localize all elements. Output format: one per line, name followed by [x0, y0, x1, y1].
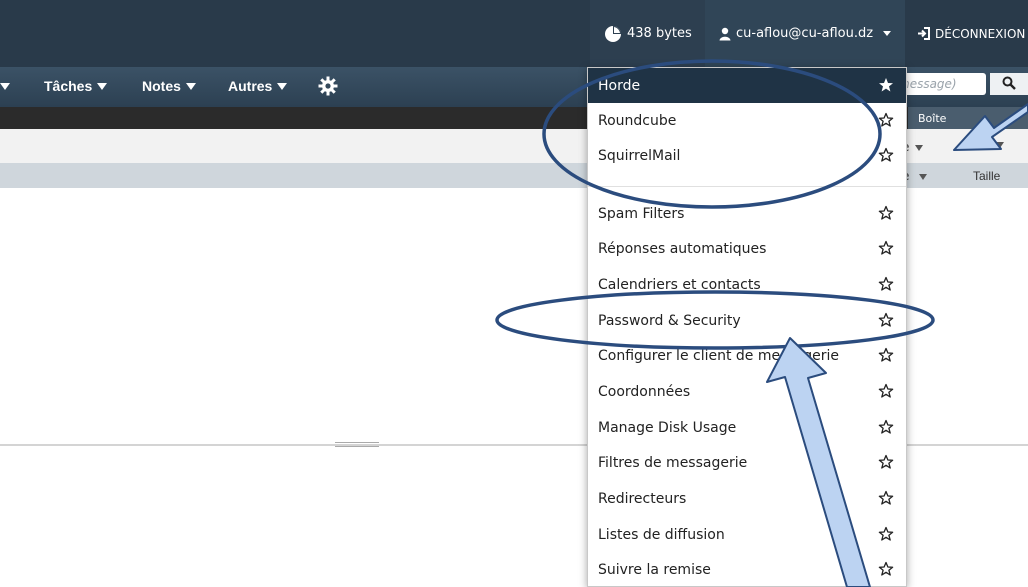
search-button[interactable]	[990, 73, 1028, 95]
menu-item-roundcube[interactable]: Roundcube	[588, 103, 906, 138]
star-outline-icon[interactable]	[878, 276, 894, 296]
menu-item-label: Redirecteurs	[598, 490, 687, 507]
menu-item-manage-disk-usage[interactable]: Manage Disk Usage	[588, 410, 906, 445]
menu-item-label: Filtres de messagerie	[598, 454, 748, 471]
menu-item-coordonnees[interactable]: Coordonnées	[588, 374, 906, 409]
menu-divider	[588, 186, 906, 187]
logout-button[interactable]: DÉCONNEXION	[905, 0, 1028, 67]
user-icon	[719, 27, 731, 41]
nav-item-notes[interactable]: Notes	[142, 67, 196, 105]
caret-down-icon	[97, 82, 108, 90]
user-email: cu-aflou@cu-aflou.dz	[736, 26, 874, 41]
menu-item-configurer-client[interactable]: Configurer le client de messagerie	[588, 338, 906, 373]
menu-item-redirecteurs[interactable]: Redirecteurs	[588, 481, 906, 516]
star-outline-icon[interactable]	[878, 205, 894, 225]
menu-item-label: SquirrelMail	[598, 147, 681, 164]
menu-item-label: Listes de diffusion	[598, 526, 725, 543]
nav-item-label: Autres	[228, 78, 273, 94]
user-dropdown-menu: Horde Roundcube SquirrelMail Spam Filter…	[587, 67, 907, 587]
menu-item-password-security[interactable]: Password & Security	[588, 303, 906, 338]
caret-down-icon	[0, 82, 10, 90]
caret-down-icon	[915, 145, 924, 151]
pie-chart-icon	[604, 25, 622, 43]
menu-item-filtres-messagerie[interactable]: Filtres de messagerie	[588, 445, 906, 480]
logout-label: DÉCONNEXION	[935, 26, 1026, 41]
star-outline-icon[interactable]	[878, 454, 894, 474]
caret-down-icon	[919, 174, 928, 180]
menu-item-listes-diffusion[interactable]: Listes de diffusion	[588, 517, 906, 552]
nav-item-autres[interactable]: Autres	[228, 67, 288, 105]
splitter-grip[interactable]	[335, 442, 379, 447]
tab-boite-label: Boîte	[918, 111, 947, 125]
user-menu-toggle[interactable]: cu-aflou@cu-aflou.dz	[705, 0, 905, 67]
star-outline-icon[interactable]	[878, 419, 894, 439]
filter-dropdown[interactable]: Filtre	[963, 138, 1004, 152]
star-outline-icon[interactable]	[878, 490, 894, 510]
menu-item-label: Calendriers et contacts	[598, 276, 761, 293]
menu-item-reponses-automatiques[interactable]: Réponses automatiques	[588, 231, 906, 266]
disk-usage-label: 438 bytes	[627, 26, 692, 41]
star-outline-icon[interactable]	[878, 147, 894, 167]
nav-item-label: Tâches	[44, 78, 93, 94]
star-filled-icon[interactable]	[878, 77, 894, 97]
search-icon	[1002, 75, 1016, 94]
nav-menu-caret[interactable]	[0, 67, 10, 105]
menu-item-label: Manage Disk Usage	[598, 419, 737, 436]
disk-usage-indicator[interactable]: 438 bytes	[590, 0, 705, 67]
menu-item-label: Suivre la remise	[598, 561, 711, 578]
caret-down-icon	[277, 82, 288, 90]
filter-label: Filtre	[963, 138, 990, 152]
caret-down-icon	[185, 82, 196, 90]
chevron-down-icon	[883, 31, 892, 36]
menu-item-squirrelmail[interactable]: SquirrelMail	[588, 138, 906, 173]
tab-boite[interactable]: Boîte	[908, 107, 1028, 129]
menu-item-suivre-remise[interactable]: Suivre la remise	[588, 552, 906, 587]
star-outline-icon[interactable]	[878, 112, 894, 132]
menu-item-calendriers-contacts[interactable]: Calendriers et contacts	[588, 267, 906, 302]
caret-down-icon	[995, 142, 1004, 148]
menu-item-label: Spam Filters	[598, 205, 685, 222]
star-outline-icon[interactable]	[878, 240, 894, 260]
menu-item-horde[interactable]: Horde	[588, 68, 906, 103]
menu-item-label: Password & Security	[598, 312, 741, 329]
menu-item-spam-filters[interactable]: Spam Filters	[588, 196, 906, 231]
star-outline-icon[interactable]	[878, 561, 894, 581]
menu-item-label: Horde	[598, 77, 641, 94]
menu-item-label: Roundcube	[598, 112, 677, 129]
gear-icon[interactable]	[318, 76, 338, 100]
menu-item-label: Coordonnées	[598, 383, 691, 400]
column-header-taille[interactable]: Taille	[973, 169, 1000, 183]
star-outline-icon[interactable]	[878, 347, 894, 367]
menu-item-label: Configurer le client de messagerie	[598, 347, 840, 364]
star-outline-icon[interactable]	[878, 312, 894, 332]
star-outline-icon[interactable]	[878, 383, 894, 403]
menu-item-label: Réponses automatiques	[598, 240, 767, 257]
nav-item-taches[interactable]: Tâches	[44, 67, 108, 105]
star-outline-icon[interactable]	[878, 526, 894, 546]
nav-item-label: Notes	[142, 78, 181, 94]
logout-icon	[917, 27, 930, 40]
